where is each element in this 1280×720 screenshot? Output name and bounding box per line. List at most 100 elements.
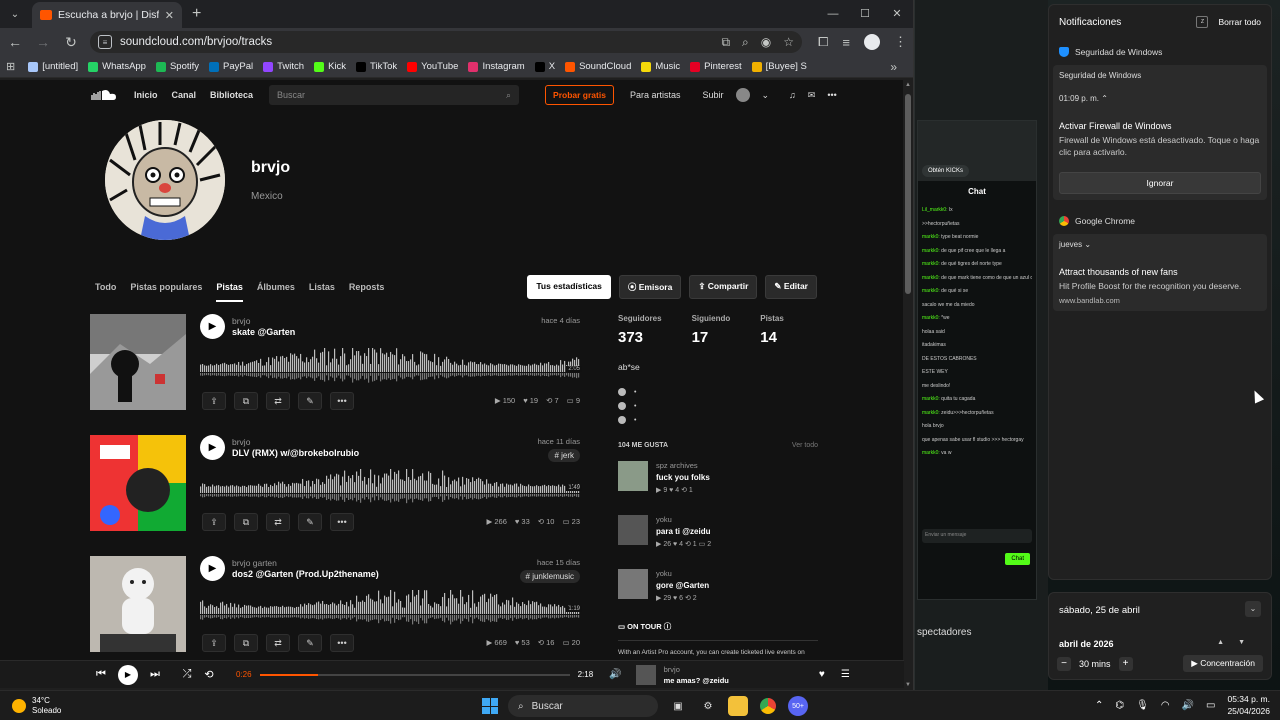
volume-icon[interactable]: 🔊 xyxy=(609,669,621,680)
profile-tab[interactable]: Pistas populares xyxy=(130,282,202,292)
messages-icon[interactable]: ✉ xyxy=(808,90,816,101)
bookmark-item[interactable]: Twitch xyxy=(258,61,309,72)
bookmark-item[interactable]: X xyxy=(530,61,560,72)
nav-link[interactable]: Inicio xyxy=(134,90,158,100)
repost-icon[interactable]: ⇄ xyxy=(266,392,290,410)
your-stats-button[interactable]: Tus estadísticas xyxy=(527,275,611,299)
expand-calendar-icon[interactable]: ⌄ xyxy=(1245,601,1261,617)
chat-username[interactable]: markk0: xyxy=(922,315,940,321)
next-icon[interactable]: ⏭ xyxy=(144,668,166,681)
track-title[interactable]: skate @Garten xyxy=(232,327,295,337)
chrome-taskbar-icon[interactable] xyxy=(758,696,778,716)
copy-link-icon[interactable]: ⧉ xyxy=(234,392,258,410)
shuffle-icon[interactable]: ⤮ xyxy=(176,668,198,681)
clock[interactable]: 05:34 p. m. 25/04/2026 xyxy=(1227,693,1270,717)
track-waveform[interactable] xyxy=(200,587,580,626)
bookmark-item[interactable]: WhatsApp xyxy=(83,61,151,72)
track-cover[interactable] xyxy=(90,556,186,652)
more-icon[interactable]: ••• xyxy=(330,392,354,410)
active-tab[interactable]: Escucha a brvjo | Disfruta de álb ✕ xyxy=(32,2,182,28)
more-icon[interactable]: ••• xyxy=(330,634,354,652)
do-not-disturb-icon[interactable]: z xyxy=(1196,16,1209,28)
decrease-focus-icon[interactable]: − xyxy=(1057,656,1071,671)
forward-icon[interactable]: → xyxy=(34,34,52,50)
profile-tab[interactable]: Álbumes xyxy=(257,282,295,292)
edit-icon[interactable]: ✎ xyxy=(298,392,322,410)
chat-username[interactable]: markk0: xyxy=(922,450,940,456)
share-button[interactable]: ⇪ Compartir xyxy=(689,275,758,299)
profile-avatar[interactable] xyxy=(105,120,225,240)
tray-overflow-icon[interactable]: ⌃ xyxy=(1095,700,1103,711)
share-icon[interactable]: ⇪ xyxy=(202,392,226,410)
game-icon[interactable]: ⚙ xyxy=(698,696,718,716)
discord-icon[interactable]: 50+ xyxy=(788,696,808,716)
liked-track-title[interactable]: gore @Garten xyxy=(656,581,709,590)
network-icon[interactable]: ⌬ xyxy=(1115,700,1124,711)
bookmark-item[interactable]: YouTube xyxy=(402,61,463,72)
chat-username[interactable]: markk0: xyxy=(922,396,940,402)
site-info-icon[interactable]: ≡ xyxy=(98,35,112,49)
url-text[interactable]: soundcloud.com/brvjoo/tracks xyxy=(120,36,713,48)
track-cover[interactable] xyxy=(90,314,186,410)
liked-track-artist[interactable]: yoku xyxy=(656,515,672,524)
chat-input[interactable]: Enviar un mensaje xyxy=(922,529,1032,543)
volume-tray-icon[interactable]: 🔊 xyxy=(1182,700,1194,711)
upload-link[interactable]: Subir xyxy=(702,90,723,100)
youtube-link[interactable]: • xyxy=(618,416,818,424)
try-pro-button[interactable]: Probar gratis xyxy=(545,85,614,105)
extensions-icon[interactable]: ⧠ xyxy=(818,34,828,50)
chevron-down-icon[interactable]: ⌄ xyxy=(762,90,770,101)
repost-icon[interactable]: ⇄ xyxy=(266,513,290,531)
new-tab-icon[interactable]: + xyxy=(192,5,201,23)
background-browser-window[interactable]: Obtén KICKs Chat Lil_markk0: lx >>hector… xyxy=(914,0,1048,690)
bookmark-item[interactable]: Spotify xyxy=(151,61,204,72)
edit-button[interactable]: ✎ Editar xyxy=(765,275,817,299)
profile-tab[interactable]: Reposts xyxy=(349,282,385,292)
liked-track-title[interactable]: para ti @zeidu xyxy=(656,527,710,536)
chat-username[interactable]: markk0: xyxy=(922,275,940,281)
clear-all-button[interactable]: Borrar todo xyxy=(1218,17,1261,27)
liked-track-title[interactable]: fuck you folks xyxy=(656,473,710,482)
track-artist[interactable]: brvjo garten xyxy=(232,558,277,568)
start-focus-button[interactable]: ▶ Concentración xyxy=(1183,655,1263,672)
bookmark-item[interactable]: PayPal xyxy=(204,61,258,72)
month-nav-icons[interactable]: ▲▼ xyxy=(1217,639,1259,646)
share-icon[interactable]: ⇪ xyxy=(202,634,226,652)
nav-link[interactable]: Canal xyxy=(172,90,197,100)
share-icon[interactable]: ⇪ xyxy=(202,513,226,531)
liked-track[interactable]: yoku gore @Garten ▶ 29 ♥ 6 ⟲ 2 xyxy=(618,563,818,611)
see-all-likes-link[interactable]: Ver todo xyxy=(792,442,818,449)
chevron-up-icon[interactable]: ⌃ xyxy=(1101,94,1108,103)
profile-avatar-icon[interactable] xyxy=(864,34,880,50)
liked-track-artist[interactable]: yoku xyxy=(656,569,672,578)
cast-icon[interactable]: ⧉ xyxy=(721,35,730,50)
repost-icon[interactable]: ⇄ xyxy=(266,634,290,652)
soundcloud-logo-icon[interactable] xyxy=(88,88,118,102)
apps-grid-icon[interactable]: ⊞ xyxy=(6,60,15,73)
liked-track[interactable]: spz archives fuck you folks ▶ 9 ♥ 4 ⟲ 1 xyxy=(618,455,818,503)
windows-start-icon[interactable] xyxy=(482,698,498,714)
zoom-icon[interactable]: ⌕ xyxy=(742,35,749,50)
track-title[interactable]: dos2 @Garten (Prod.Up2thename) xyxy=(232,569,379,579)
edit-icon[interactable]: ✎ xyxy=(298,634,322,652)
address-bar[interactable]: ≡ soundcloud.com/brvjoo/tracks ⧉ ⌕ ◉ ☆ xyxy=(90,31,802,53)
bookmarks-overflow-icon[interactable]: » xyxy=(890,60,897,74)
bookmark-star-icon[interactable]: ☆ xyxy=(783,35,794,50)
bookmark-item[interactable]: SoundCloud xyxy=(560,61,636,72)
play-pause-button[interactable]: ▶ xyxy=(118,664,138,685)
previous-icon[interactable]: ⏮ xyxy=(90,668,112,681)
bookmark-item[interactable]: Music xyxy=(636,61,685,72)
track-tag[interactable]: # junklemusic xyxy=(519,570,580,583)
tab-media-icon[interactable]: ≡ xyxy=(842,35,850,50)
liked-track[interactable]: yoku para ti @zeidu ▶ 26 ♥ 4 ⟲ 1 ▭ 2 xyxy=(618,509,818,557)
eye-slash-icon[interactable]: ◉ xyxy=(761,35,771,50)
bookmark-item[interactable]: TikTok xyxy=(351,61,402,72)
chat-send-button[interactable]: Chat xyxy=(1005,553,1030,565)
chat-username[interactable]: Lil_markk0: xyxy=(922,207,948,213)
search-icon[interactable]: ⌕ xyxy=(506,90,511,101)
maximize-icon[interactable]: ☐ xyxy=(849,0,881,28)
like-icon[interactable]: ♥ xyxy=(819,669,825,680)
repeat-icon[interactable]: ⟲ xyxy=(198,668,220,681)
track-artist[interactable]: brvjo xyxy=(232,316,250,326)
chat-username[interactable]: markk0: xyxy=(922,261,940,267)
